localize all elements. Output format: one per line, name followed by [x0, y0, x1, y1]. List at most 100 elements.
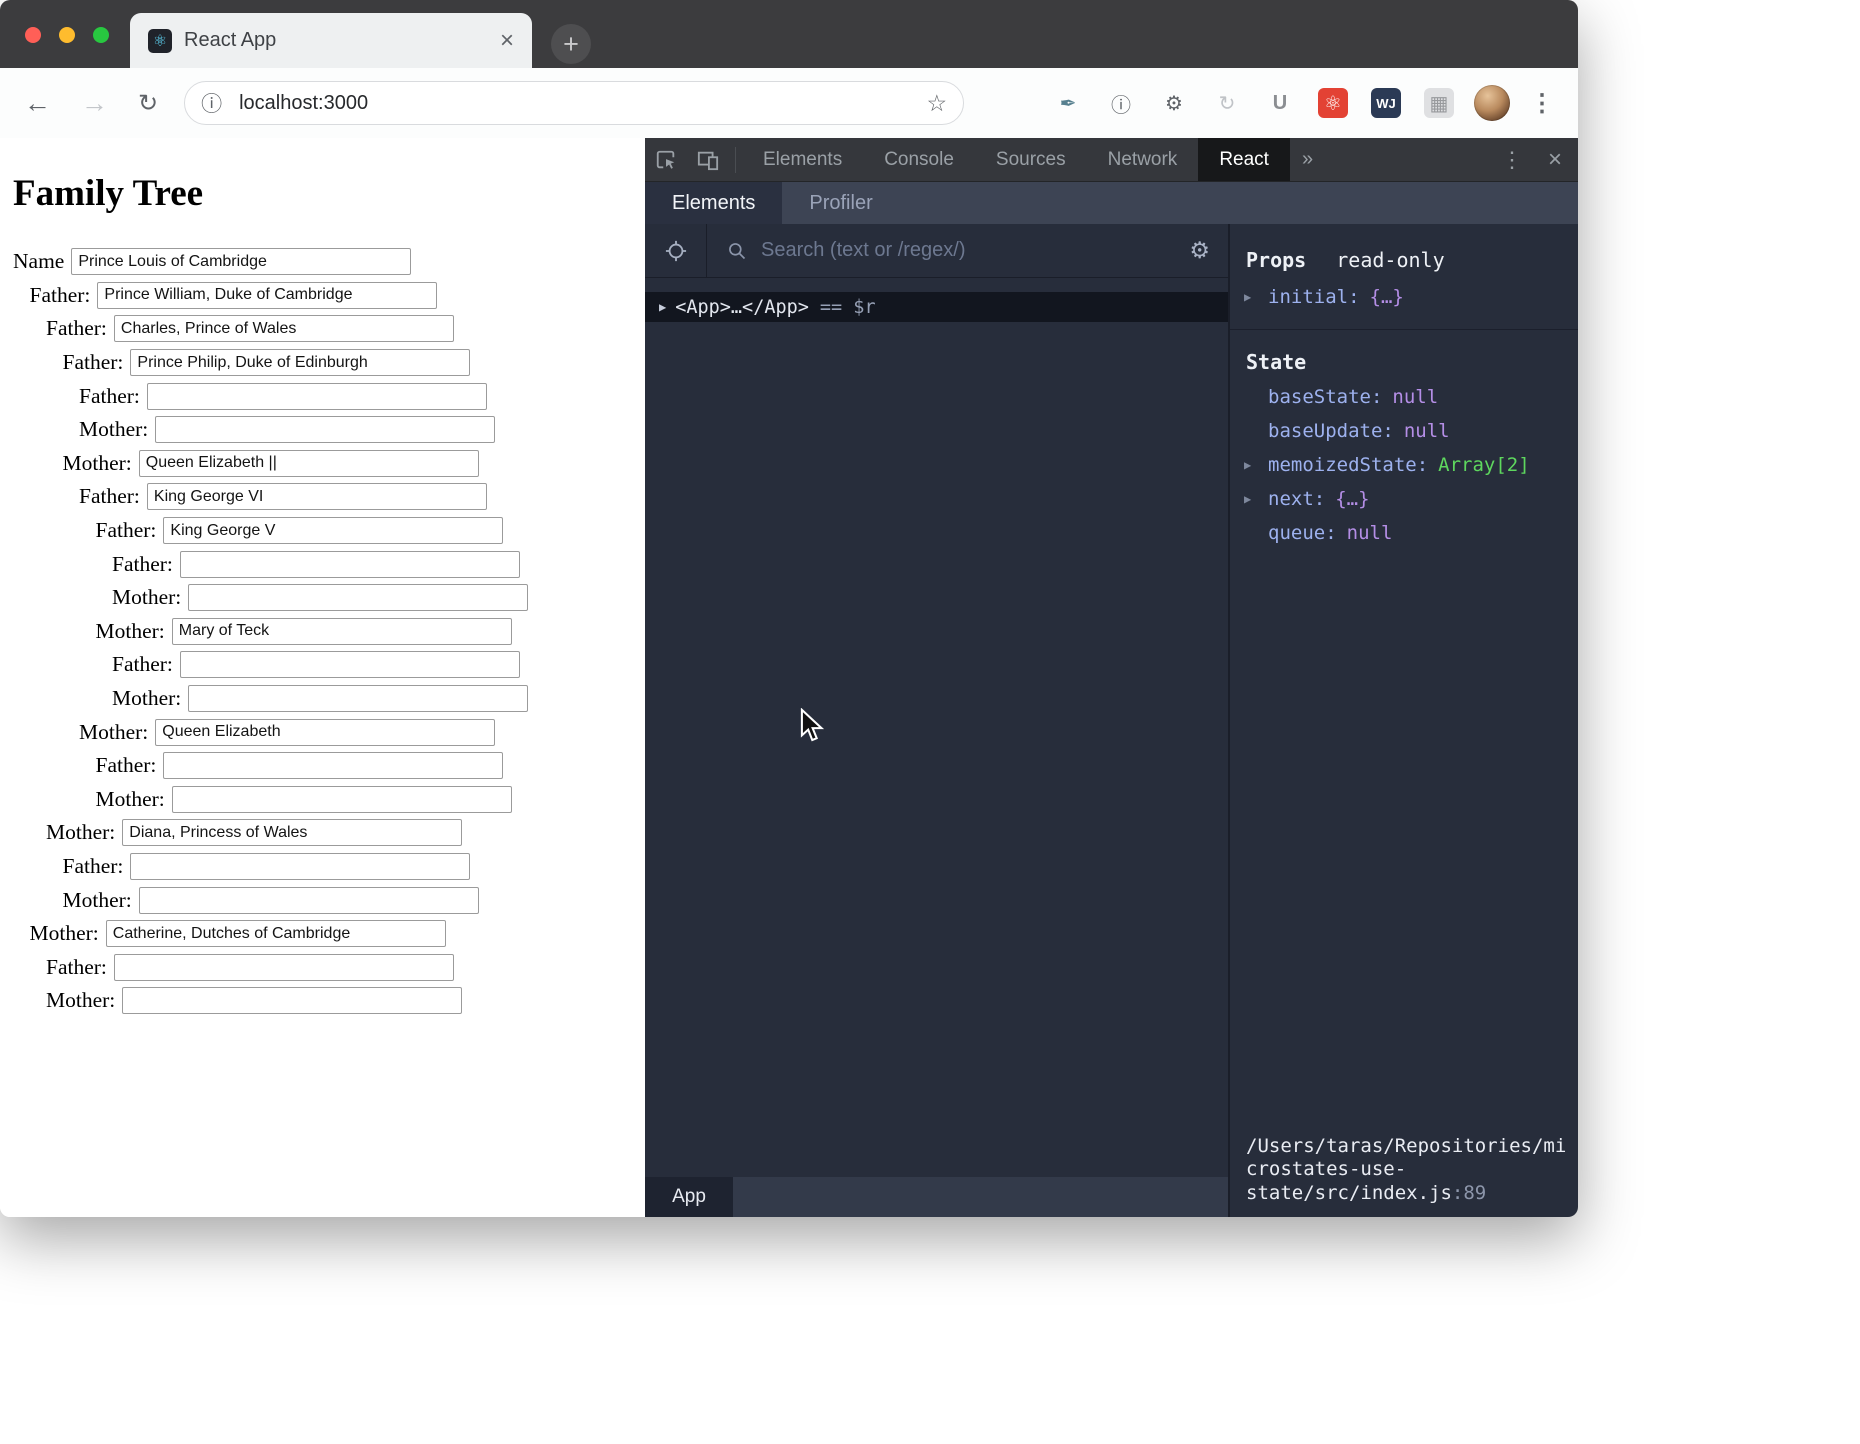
back-button[interactable]: ← [24, 88, 51, 119]
field-label: Father: [46, 316, 107, 341]
devtools-tab-network[interactable]: Network [1087, 138, 1199, 181]
browser-menu-icon[interactable]: ⋮ [1530, 89, 1554, 118]
father-input[interactable] [97, 282, 437, 309]
component-suffix: == $r [820, 297, 876, 318]
father-input[interactable] [180, 651, 520, 678]
expand-arrow-icon[interactable]: ▶ [659, 300, 666, 314]
device-toolbar-icon[interactable] [687, 138, 729, 182]
mother-input[interactable] [155, 719, 495, 746]
select-element-target-icon[interactable] [645, 224, 707, 277]
window-minimize-button[interactable] [59, 27, 75, 43]
mother-input[interactable] [155, 416, 495, 443]
state-row: queue:null [1244, 524, 1578, 543]
info-circle-extension-icon[interactable]: ⓘ [1106, 88, 1136, 118]
field-label: Father: [46, 955, 107, 980]
state-value: Array[2] [1438, 456, 1530, 475]
page-title: Family Tree [13, 172, 645, 215]
family-row: Father: [96, 514, 646, 548]
tab-title: React App [184, 29, 276, 52]
refresh-extension-icon[interactable]: ↻ [1212, 88, 1242, 118]
expand-arrow-icon[interactable]: ▶ [1244, 456, 1268, 475]
wj-extension-icon[interactable]: WJ [1371, 88, 1401, 118]
expand-arrow-icon[interactable]: ▶ [1244, 288, 1268, 307]
window-zoom-button[interactable] [93, 27, 109, 43]
devtools-close-icon[interactable]: × [1532, 146, 1578, 174]
devtools-tab-elements[interactable]: Elements [742, 138, 863, 181]
devtools-tabbar: ElementsConsoleSourcesNetworkReact » ⋮ × [645, 138, 1578, 182]
devtools-tab-react[interactable]: React [1198, 138, 1290, 181]
mother-input[interactable] [172, 618, 512, 645]
mother-input[interactable] [188, 584, 528, 611]
mother-input[interactable] [139, 887, 479, 914]
mother-input[interactable] [122, 819, 462, 846]
state-key: next: [1268, 490, 1325, 509]
browser-tab[interactable]: ⚛ React App × [130, 13, 532, 68]
more-tabs-icon[interactable]: » [1290, 148, 1325, 171]
father-input[interactable] [130, 853, 470, 880]
family-row: Father: [96, 749, 646, 783]
props-state-pane: Props read-only ▶initial:{…} State baseS… [1228, 224, 1578, 1217]
expand-arrow-icon[interactable]: ▶ [1244, 490, 1268, 509]
field-label: Father: [112, 552, 173, 577]
misc-extension-icon[interactable]: ▦ [1424, 88, 1454, 118]
father-input[interactable] [163, 752, 503, 779]
field-label: Father: [96, 753, 157, 778]
family-row: Father: [79, 480, 645, 514]
url-text[interactable]: localhost:3000 [239, 92, 368, 115]
field-label: Mother: [30, 921, 99, 946]
window-close-button[interactable] [25, 27, 41, 43]
source-path-link[interactable]: /Users/taras/Repositories/microstates-us… [1246, 1135, 1568, 1206]
field-label: Mother: [63, 888, 132, 913]
father-input[interactable] [130, 349, 470, 376]
profile-avatar[interactable] [1474, 85, 1510, 121]
react-tab-profiler[interactable]: Profiler [782, 182, 899, 224]
prop-value: {…} [1370, 288, 1404, 307]
gear-extension-icon[interactable]: ⚙ [1159, 88, 1189, 118]
name-input[interactable] [71, 248, 411, 275]
react-tab-elements[interactable]: Elements [645, 182, 782, 224]
tab-close-icon[interactable]: × [500, 29, 514, 53]
bookmark-star-icon[interactable]: ☆ [926, 90, 947, 117]
devtools-tab-sources[interactable]: Sources [975, 138, 1087, 181]
father-input[interactable] [180, 551, 520, 578]
field-label: Mother: [112, 686, 181, 711]
inspect-element-icon[interactable] [645, 138, 687, 182]
family-row: Mother: [112, 682, 645, 716]
family-row: Father: [112, 547, 645, 581]
family-row: Father: [112, 648, 645, 682]
father-input[interactable] [114, 954, 454, 981]
father-input[interactable] [163, 517, 503, 544]
component-row-app[interactable]: ▶ <App>…</App> == $r [645, 292, 1228, 322]
forward-button[interactable]: → [81, 88, 108, 119]
mother-input[interactable] [172, 786, 512, 813]
mother-input[interactable] [139, 450, 479, 477]
settings-gear-icon[interactable]: ⚙ [1189, 237, 1210, 264]
app-bottom-tab[interactable]: App [645, 1177, 733, 1217]
site-info-icon[interactable]: ⓘ [201, 88, 222, 118]
father-input[interactable] [147, 483, 487, 510]
family-row: Mother: [30, 917, 646, 951]
reload-button[interactable]: ↻ [138, 89, 158, 118]
component-tree-pane: ⚙ ▶ <App>…</App> == $r App [645, 224, 1228, 1217]
ublock-extension-icon[interactable]: U [1265, 88, 1295, 118]
search-input[interactable] [759, 238, 1189, 263]
father-input[interactable] [147, 383, 487, 410]
window-content: Family Tree NameFather:Father:Father:Fat… [0, 138, 1578, 1217]
mother-input[interactable] [188, 685, 528, 712]
react-search-bar: ⚙ [645, 224, 1228, 278]
state-row: ▶memoizedState:Array[2] [1244, 456, 1578, 475]
eyedropper-extension-icon[interactable]: ✒ [1053, 88, 1083, 118]
mother-input[interactable] [106, 920, 446, 947]
field-label: Mother: [46, 988, 115, 1013]
field-label: Father: [63, 350, 124, 375]
family-tree-form: NameFather:Father:Father:Father:Mother:M… [13, 245, 645, 1018]
new-tab-button[interactable]: + [551, 24, 591, 64]
mouse-cursor [800, 708, 826, 745]
father-input[interactable] [114, 315, 454, 342]
devtools-tab-console[interactable]: Console [863, 138, 975, 181]
devtools-menu-icon[interactable]: ⋮ [1492, 147, 1532, 173]
react-devtools-extension-icon[interactable]: ⚛ [1318, 88, 1348, 118]
react-devtools-tabbar: ElementsProfiler [645, 182, 1578, 224]
address-bar[interactable]: ⓘ localhost:3000 ☆ [184, 81, 964, 125]
mother-input[interactable] [122, 987, 462, 1014]
